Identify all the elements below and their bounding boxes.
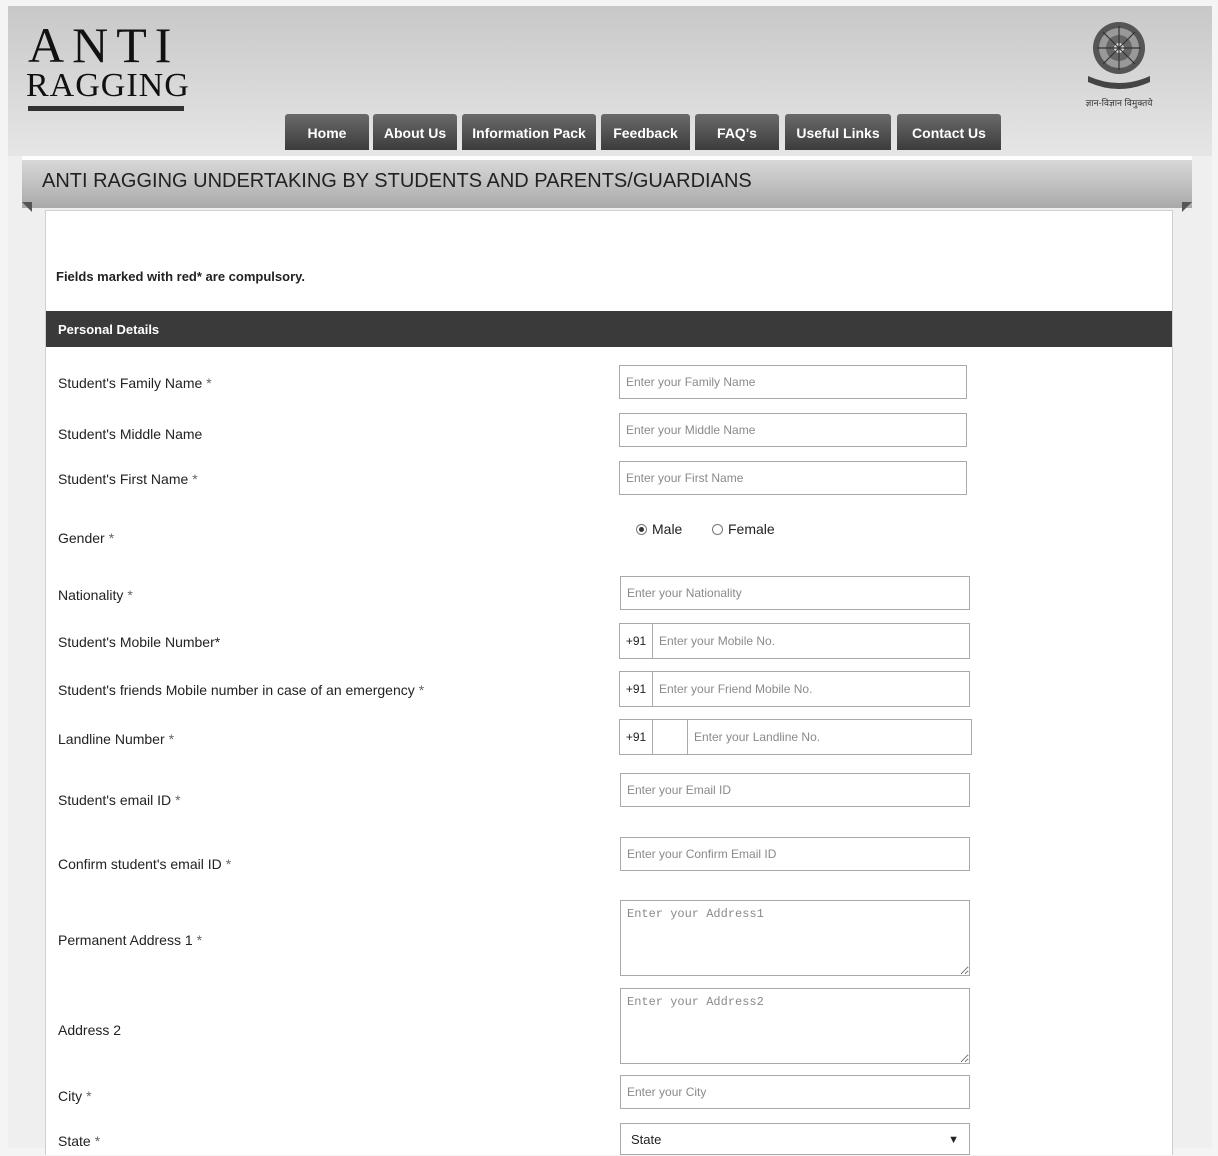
nav-contact-us[interactable]: Contact Us [897,114,1001,150]
mobile-input[interactable] [652,623,970,659]
emblem-caption: ज्ञान-विज्ञान विमुक्तये [1085,98,1153,108]
friend-mobile-country-code: +91 [619,671,653,707]
landline-std-code-input[interactable] [652,719,688,755]
nav-useful-links[interactable]: Useful Links [785,114,891,150]
middle-name-input[interactable] [619,413,967,447]
logo-line-1: ANTI [28,17,180,73]
first-name-input[interactable] [619,461,967,495]
city-label: City * [58,1088,92,1104]
nav-faqs[interactable]: FAQ's [695,114,779,150]
mobile-label: Student's Mobile Number* [58,634,221,650]
nav-about-us[interactable]: About Us [373,114,457,150]
state-select[interactable]: State ▼ [620,1123,970,1155]
middle-name-label: Student's Middle Name [58,426,203,442]
compulsory-note: Fields marked with red* are compulsory. [56,269,306,284]
section-personal-details: Personal Details [46,311,1172,347]
first-name-label: Student's First Name * [58,471,198,487]
friend-mobile-label: Student's friends Mobile number in case … [58,682,425,698]
state-selected-value: State [631,1132,662,1147]
state-label: State * [58,1133,101,1149]
family-name-label: Student's Family Name * [58,375,212,391]
nationality-input[interactable] [620,576,970,610]
landline-label: Landline Number * [58,731,175,747]
page: ANTI RAGGING ज्ञान-विज्ञान विमुक्तये Hom… [8,6,1212,1155]
ribbon-fold-left [22,202,32,212]
ribbon-fold-right [1182,202,1192,212]
address1-textarea[interactable] [620,900,970,976]
gender-female-radio[interactable]: Female [712,521,775,537]
logo-underline [28,106,184,111]
landline-input[interactable] [687,719,972,755]
address2-textarea[interactable] [620,988,970,1064]
gender-male-radio[interactable]: Male [636,521,682,537]
address2-label: Address 2 [58,1022,122,1038]
family-name-input[interactable] [619,365,967,399]
site-header: ANTI RAGGING ज्ञान-विज्ञान विमुक्तये Hom… [8,6,1212,156]
city-input[interactable] [620,1075,970,1109]
dropdown-arrow-icon: ▼ [948,1134,959,1146]
nav-home[interactable]: Home [285,114,369,150]
page-title: ANTI RAGGING UNDERTAKING BY STUDENTS AND… [42,170,752,192]
nav-information-pack[interactable]: Information Pack [462,114,596,150]
gender-label: Gender * [58,530,115,546]
ugc-emblem-icon: ज्ञान-विज्ञान विमुक्तये [1076,18,1162,108]
confirm-email-label: Confirm student's email ID * [58,856,232,872]
landline-country-code: +91 [619,719,653,755]
address1-label: Permanent Address 1 * [58,932,203,948]
mobile-country-code: +91 [619,623,653,659]
confirm-email-input[interactable] [620,837,970,871]
anti-ragging-logo[interactable]: ANTI RAGGING [26,20,196,115]
nationality-label: Nationality * [58,587,133,603]
radio-selected-icon [636,524,647,535]
email-label: Student's email ID * [58,792,181,808]
nav-feedback[interactable]: Feedback [601,114,690,150]
logo-line-2: RAGGING [26,67,190,104]
email-input[interactable] [620,773,970,807]
section-title: Personal Details [58,322,160,337]
page-title-bar: ANTI RAGGING UNDERTAKING BY STUDENTS AND… [22,156,1192,208]
radio-unselected-icon [712,524,723,535]
friend-mobile-input[interactable] [652,671,970,707]
form-container: Fields marked with red* are compulsory. … [45,210,1173,1155]
